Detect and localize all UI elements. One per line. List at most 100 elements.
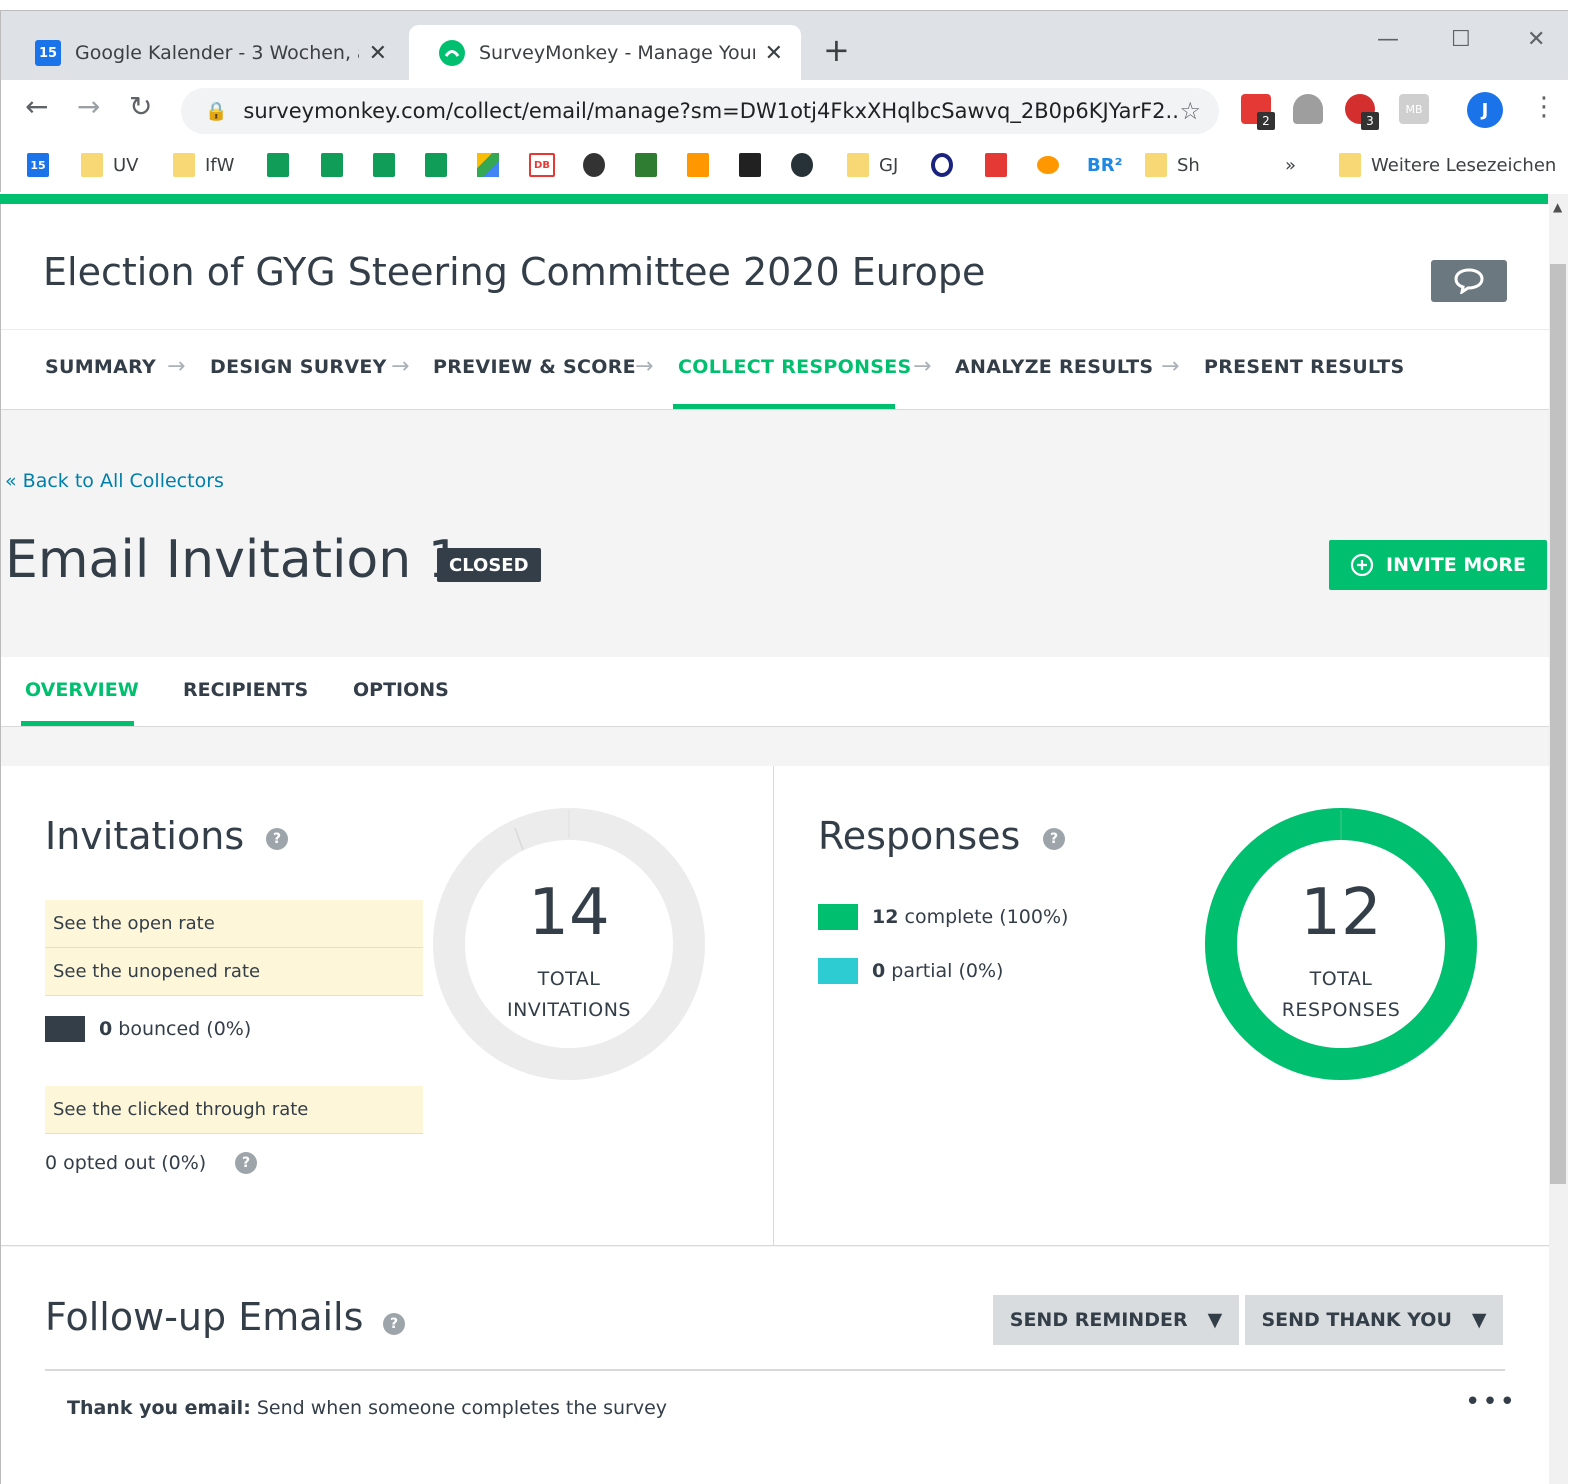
- responses-title: Responses: [818, 814, 1021, 858]
- bookmark-hex[interactable]: [791, 152, 823, 178]
- bounced-swatch: [45, 1016, 85, 1042]
- address-bar[interactable]: 🔒 surveymonkey.com/collect/email/manage?…: [181, 88, 1219, 134]
- bookmark-circle[interactable]: [583, 152, 615, 178]
- bookmark-orange[interactable]: [687, 152, 719, 178]
- browser-tab-surveymonkey[interactable]: SurveyMonkey - Manage Your M ✕: [409, 25, 801, 81]
- tab-overview[interactable]: OVERVIEW: [25, 679, 139, 701]
- bookmark-bank[interactable]: [635, 152, 667, 178]
- browser-menu-icon[interactable]: ⋮: [1531, 92, 1557, 122]
- close-icon[interactable]: ✕: [765, 41, 783, 66]
- back-to-collectors-link[interactable]: « Back to All Collectors: [5, 470, 224, 492]
- tab-title: SurveyMonkey - Manage Your M: [479, 42, 755, 64]
- step-design-survey[interactable]: DESIGN SURVEY: [210, 356, 387, 378]
- opted-out-text: 0 opted out (0%): [45, 1152, 207, 1174]
- scroll-up-icon[interactable]: ▲: [1553, 200, 1562, 214]
- bookmark-folder-gj[interactable]: GJ: [847, 152, 898, 178]
- key-icon: [1037, 156, 1059, 174]
- bookmarks-overflow[interactable]: »: [1285, 152, 1296, 178]
- site-icon: [985, 153, 1007, 177]
- extension-drive-icon[interactable]: [1293, 94, 1323, 124]
- bookmark-calendar[interactable]: 15: [27, 152, 59, 178]
- calendar-favicon-icon: 15: [35, 40, 61, 66]
- bookmark-folder-ifw[interactable]: IfW: [173, 152, 234, 178]
- send-thank-you-button[interactable]: SEND THANK YOU ▼: [1245, 1295, 1503, 1345]
- profile-avatar[interactable]: J: [1467, 92, 1503, 128]
- scrollbar-thumb[interactable]: [1550, 264, 1566, 1184]
- minimize-icon[interactable]: —: [1377, 27, 1399, 52]
- back-icon[interactable]: ←: [25, 90, 48, 123]
- tab-options[interactable]: OPTIONS: [353, 679, 449, 701]
- send-reminder-button[interactable]: SEND REMINDER ▼: [993, 1295, 1239, 1345]
- bounced-text: bounced (0%): [118, 1018, 252, 1040]
- lock-icon: 🔒: [205, 100, 228, 122]
- label-line: TOTAL: [537, 968, 601, 990]
- arrow-right-icon: →: [167, 354, 186, 379]
- window-close-icon[interactable]: ✕: [1527, 27, 1545, 52]
- clicked-rate-link[interactable]: See the clicked through rate: [45, 1086, 423, 1134]
- label-line: TOTAL: [1309, 968, 1373, 990]
- close-icon[interactable]: ✕: [369, 41, 387, 66]
- new-tab-icon[interactable]: +: [823, 31, 850, 69]
- extension-mb-icon[interactable]: MB: [1399, 94, 1429, 124]
- star-icon[interactable]: ☆: [1179, 97, 1201, 125]
- bookmark-folder-sh[interactable]: Sh: [1145, 152, 1200, 178]
- tab-recipients[interactable]: RECIPIENTS: [183, 679, 308, 701]
- bounced-count: 0: [99, 1018, 113, 1040]
- extension-calendar-icon[interactable]: 2: [1241, 94, 1275, 130]
- browser-tabstrip: 15 Google Kalender - 3 Wochen, ab ✕ Surv…: [0, 10, 1568, 81]
- unopened-rate-link[interactable]: See the unopened rate: [45, 948, 423, 996]
- bookmark-folder-uv[interactable]: UV: [81, 152, 139, 178]
- site-icon: [687, 153, 709, 177]
- bookmark-db[interactable]: DB: [529, 152, 565, 178]
- overflow-icon: »: [1285, 154, 1297, 176]
- step-summary[interactable]: SUMMARY: [45, 356, 156, 378]
- help-icon[interactable]: ?: [1043, 828, 1065, 850]
- reload-icon[interactable]: ↻: [129, 90, 152, 123]
- site-icon: [791, 153, 813, 177]
- total-invitations-value: 14: [528, 876, 610, 950]
- bookmark-br[interactable]: BR²: [1087, 152, 1122, 178]
- thank-you-email-label: Thank you email:: [67, 1397, 251, 1419]
- step-collect-responses[interactable]: COLLECT RESPONSES: [678, 356, 912, 378]
- step-analyze-results[interactable]: ANALYZE RESULTS: [955, 356, 1153, 378]
- step-preview-score[interactable]: PREVIEW & SCORE: [433, 356, 636, 378]
- partial-text: partial (0%): [891, 960, 1004, 982]
- steps-separator: [1, 329, 1549, 330]
- bookmark-folder-other[interactable]: Weitere Lesezeichen: [1339, 152, 1556, 178]
- chat-icon: [1454, 268, 1484, 294]
- help-icon[interactable]: ?: [383, 1313, 405, 1335]
- active-tab-indicator: [21, 721, 134, 726]
- plus-circle-icon: [1350, 553, 1374, 577]
- bounced-legend: 0 bounced (0%): [45, 1016, 251, 1042]
- bookmark-red-a[interactable]: [985, 152, 1017, 178]
- extension-opera-icon[interactable]: 3: [1345, 94, 1379, 130]
- bookmark-label: UV: [113, 154, 139, 176]
- surveymonkey-favicon-icon: [439, 40, 465, 66]
- opted-out-row: 0 opted out (0%): [45, 1152, 206, 1174]
- target-icon: [931, 153, 953, 177]
- bookmark-target[interactable]: [931, 152, 963, 178]
- invite-more-button[interactable]: INVITE MORE: [1329, 540, 1547, 590]
- bookmark-key[interactable]: [1037, 152, 1069, 178]
- step-present-results[interactable]: PRESENT RESULTS: [1204, 356, 1405, 378]
- sheets-icon: [373, 153, 395, 177]
- bookmark-sheets-3[interactable]: [373, 152, 405, 178]
- folder-icon: [1145, 153, 1167, 177]
- bookmark-dark[interactable]: [739, 152, 771, 178]
- folder-icon: [847, 153, 869, 177]
- help-icon[interactable]: ?: [266, 828, 288, 850]
- maximize-icon[interactable]: ☐: [1451, 27, 1471, 52]
- more-icon[interactable]: •••: [1465, 1387, 1517, 1417]
- open-rate-link[interactable]: See the open rate: [45, 900, 423, 948]
- bookmark-sheets-2[interactable]: [321, 152, 353, 178]
- bookmark-sheets-1[interactable]: [267, 152, 299, 178]
- bookmark-drive[interactable]: [477, 152, 509, 178]
- browser-tab-calendar[interactable]: 15 Google Kalender - 3 Wochen, ab ✕: [5, 25, 405, 81]
- label-line: RESPONSES: [1281, 999, 1401, 1021]
- help-icon[interactable]: ?: [235, 1152, 257, 1174]
- forward-icon[interactable]: →: [77, 90, 100, 123]
- feedback-button[interactable]: [1431, 260, 1507, 302]
- active-step-indicator: [673, 404, 895, 409]
- bookmark-sheets-4[interactable]: [425, 152, 457, 178]
- arrow-right-icon: →: [635, 354, 654, 379]
